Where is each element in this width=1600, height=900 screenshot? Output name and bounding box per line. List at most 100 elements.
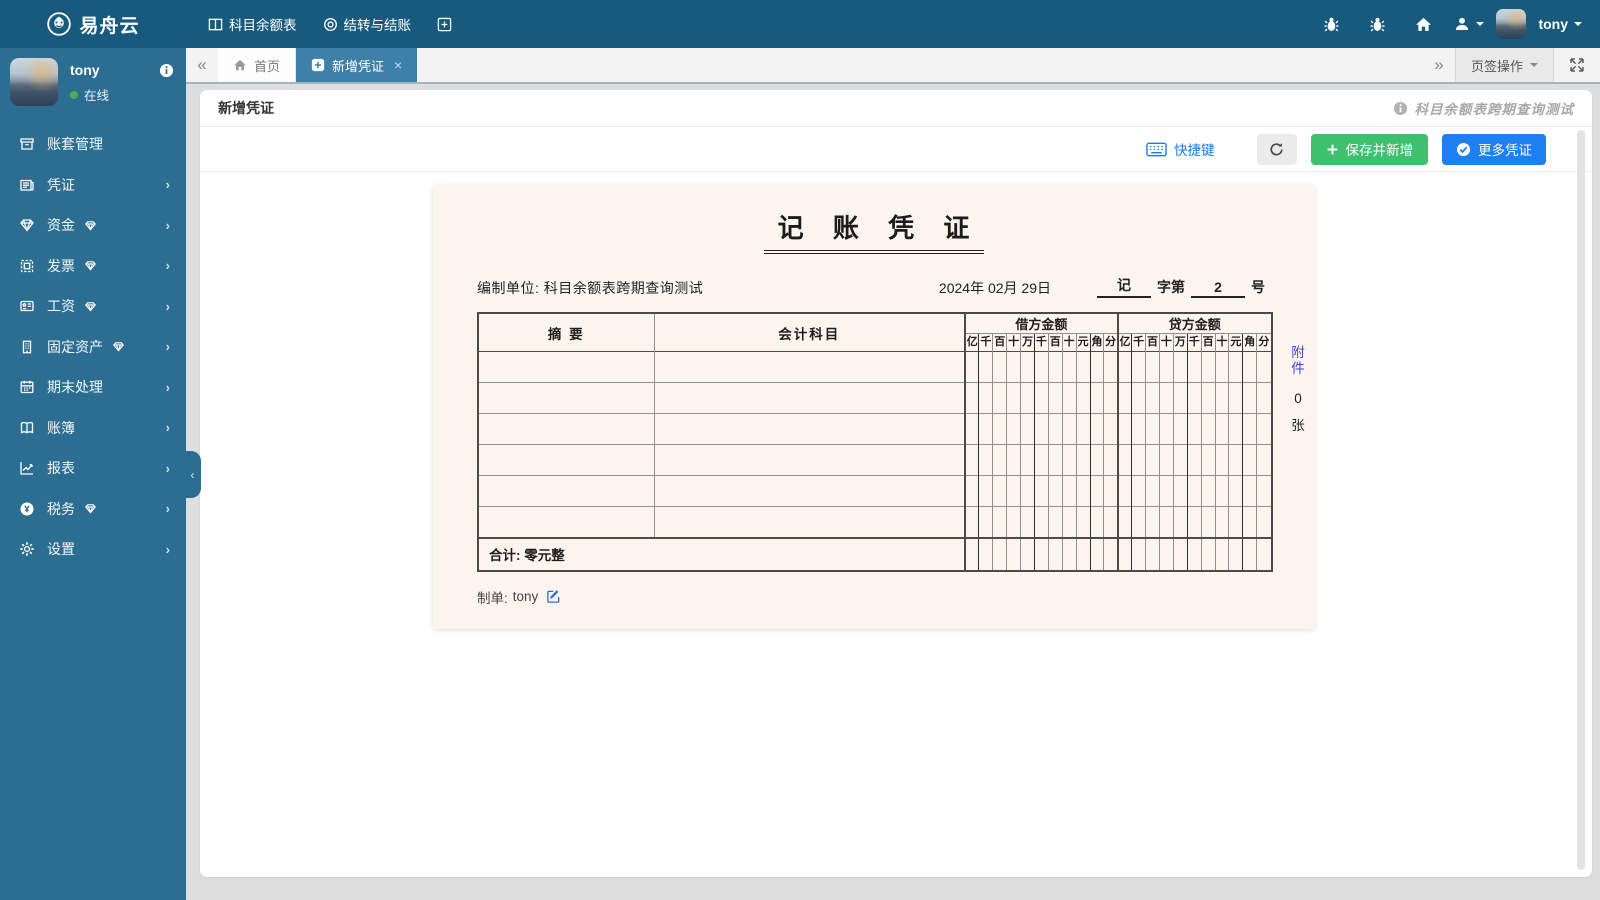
digit-cell [1020, 536, 1035, 570]
tabs-scroll-right-button[interactable]: » [1423, 48, 1455, 82]
avatar[interactable] [10, 58, 58, 106]
digit-cell [1061, 413, 1077, 445]
topnav-item-closing[interactable]: 结转与结账 [313, 0, 422, 48]
edit-icon[interactable] [546, 589, 561, 604]
sidebar-collapse-handle[interactable]: ‹ [184, 451, 201, 498]
sidebar-user-card: tony 在线 [0, 48, 186, 114]
account-cell[interactable] [653, 382, 965, 414]
scrollbar[interactable] [1577, 130, 1585, 870]
digit-cell [1131, 506, 1146, 538]
digit-cell [1145, 351, 1160, 383]
sidebar-item-invoices[interactable]: 发票 › [0, 246, 186, 287]
shortcut-keys-link[interactable]: 快捷键 [1146, 139, 1215, 159]
digit-cell [1033, 444, 1049, 476]
digit-cell [1006, 413, 1021, 445]
summary-cell[interactable] [479, 506, 654, 538]
digit-cell [1103, 506, 1118, 538]
brand-logo-icon [46, 11, 72, 37]
digit-cell [1089, 413, 1104, 445]
voucher-maker: 制单: tony [477, 587, 1271, 607]
digit-cell [1172, 351, 1188, 383]
digit-cell [1256, 536, 1271, 570]
premium-gem-icon [84, 259, 97, 272]
summary-cell[interactable] [479, 475, 654, 507]
summary-cell[interactable] [479, 351, 654, 383]
sidebar-item-period-end[interactable]: 期末处理 › [0, 367, 186, 408]
summary-cell[interactable] [479, 382, 654, 414]
digit-cell [964, 506, 979, 538]
sidebar-item-vouchers[interactable]: 凭证 › [0, 165, 186, 206]
account-cell[interactable] [653, 351, 965, 383]
sidebar-item-settings[interactable]: 设置 › [0, 529, 186, 570]
voucher-number-group[interactable]: 记 字第 2 号 [1097, 275, 1271, 298]
prepared-by-unit: 编制单位: 科目余额表跨期查询测试 [477, 278, 703, 298]
bug-report-icon[interactable] [1312, 0, 1350, 48]
attachment-link[interactable]: 附件 [1288, 345, 1308, 376]
chevron-right-icon: › [165, 541, 170, 557]
account-cell[interactable] [653, 475, 965, 507]
topnav-add-tab-button[interactable] [427, 0, 462, 48]
bug-debug-icon[interactable] [1358, 0, 1396, 48]
tab-operations-button[interactable]: 页签操作 [1454, 48, 1554, 82]
refresh-button[interactable] [1256, 133, 1297, 165]
info-circle-icon[interactable] [159, 63, 174, 78]
sidebar-item-fixed-assets[interactable]: 固定资产 › [0, 327, 186, 368]
digit-cell [978, 351, 993, 383]
topnav-item-subject-balance[interactable]: 科目余额表 [198, 0, 307, 48]
sidebar-item-reports[interactable]: 报表 › [0, 448, 186, 489]
digit-cell [964, 351, 979, 383]
avatar[interactable] [1496, 9, 1527, 39]
account-cell[interactable] [653, 413, 965, 445]
more-vouchers-button[interactable]: 更多凭证 [1442, 133, 1546, 165]
tab-new-voucher[interactable]: 新增凭证 × [296, 48, 418, 82]
voucher-entry-row [479, 382, 1271, 414]
sidebar-item-payroll[interactable]: 工资 › [0, 286, 186, 327]
digit-cell [978, 475, 993, 507]
summary-cell[interactable] [479, 413, 654, 445]
digit-unit-header: 元 [1075, 333, 1091, 352]
sidebar-item-tax[interactable]: 税务 › [0, 489, 186, 530]
topbar: 易舟云 科目余额表 结转与结账 tony [0, 0, 1600, 48]
sidebar-user-name: tony [70, 62, 100, 78]
tab-home[interactable]: 首页 [218, 48, 297, 82]
fullscreen-expand-icon[interactable] [1554, 48, 1600, 82]
voucher-date[interactable]: 2024年 02月 29日 [939, 278, 1051, 298]
user-menu-button[interactable] [1450, 0, 1488, 48]
plus-icon [1327, 144, 1337, 154]
sidebar-item-account-sets[interactable]: 账套管理 [0, 124, 186, 165]
chart-line-icon [18, 460, 35, 477]
sidebar-item-funds[interactable]: 资金 › [0, 205, 186, 246]
digit-cell [1242, 382, 1257, 414]
digit-cell [1047, 413, 1063, 445]
account-menu-button[interactable]: tony [1534, 0, 1586, 48]
tab-close-icon[interactable]: × [394, 57, 402, 73]
digit-cell [1103, 444, 1118, 476]
column-header-credit: 贷方金额 [1116, 314, 1271, 334]
account-cell[interactable] [653, 506, 965, 538]
voucher-entry-row [479, 506, 1271, 538]
sidebar-item-label: 发票 [47, 257, 75, 274]
digit-cell [1228, 506, 1243, 538]
digit-cell [1214, 536, 1229, 570]
sidebar-item-ledgers[interactable]: 账簿 › [0, 408, 186, 449]
account-name: tony [1538, 16, 1568, 32]
digit-cell [1089, 351, 1104, 383]
digit-cell [1020, 475, 1035, 507]
brand[interactable]: 易舟云 [0, 0, 186, 48]
digit-cell [1047, 475, 1063, 507]
account-cell[interactable] [653, 444, 965, 476]
digit-unit-header: 十 [1006, 333, 1021, 352]
digit-cell [1200, 536, 1216, 570]
tabs-scroll-left-button[interactable]: « [186, 48, 218, 82]
premium-gem-icon [112, 340, 125, 353]
digit-unit-header: 十 [1158, 333, 1174, 352]
digit-cell [1131, 413, 1146, 445]
columns-icon [208, 17, 223, 32]
tab-label: 首页 [254, 58, 281, 74]
save-and-new-button[interactable]: 保存并新增 [1310, 133, 1428, 165]
digit-cell [1228, 382, 1243, 414]
summary-cell[interactable] [479, 444, 654, 476]
digit-cell [1131, 351, 1146, 383]
chevron-right-icon: › [165, 339, 170, 355]
home-icon[interactable] [1404, 0, 1442, 48]
